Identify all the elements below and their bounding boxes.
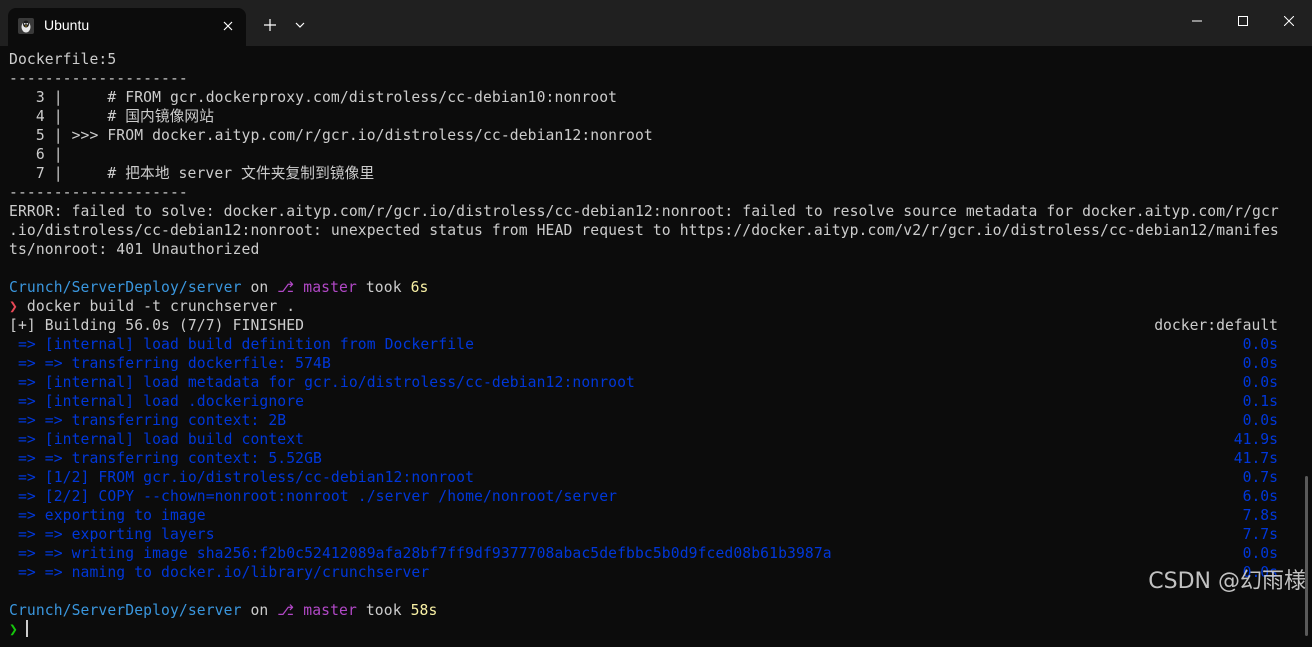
prompt-on: on: [241, 602, 278, 619]
build-step: => => writing image sha256:f2b0c52412089…: [9, 545, 832, 562]
build-step: => [internal] load build context: [9, 431, 305, 448]
separator-line: --------------------: [9, 70, 188, 87]
build-step-time: 6.0s: [1242, 488, 1278, 505]
minimize-icon: [1192, 20, 1202, 22]
build-step: => [internal] load metadata for gcr.io/d…: [9, 374, 635, 391]
build-step: => => transferring context: 5.52GB: [9, 450, 322, 467]
terminal-output[interactable]: Dockerfile:5 -------------------- 3 | # …: [0, 46, 1312, 647]
error-line: ts/nonroot: 401 Unauthorized: [9, 241, 260, 258]
watermark: CSDN @幻雨様: [1148, 569, 1306, 594]
new-tab-button[interactable]: [256, 12, 284, 38]
source-line: 3 | # FROM gcr.dockerproxy.com/distroles…: [9, 89, 618, 106]
maximize-button[interactable]: [1220, 0, 1266, 42]
build-step-time: 7.7s: [1242, 526, 1278, 543]
build-step-time: 0.0s: [1242, 545, 1278, 562]
build-step-time: 0.0s: [1242, 374, 1278, 391]
prompt-took: took: [356, 279, 411, 296]
plus-icon: [264, 19, 276, 31]
text-cursor: [26, 620, 28, 637]
build-step-time: 41.7s: [1233, 450, 1278, 467]
title-bar: Ubuntu: [0, 0, 1312, 46]
build-step-time: 0.7s: [1242, 469, 1278, 486]
tab-dropdown-button[interactable]: [288, 12, 312, 38]
command-duration: 58s: [410, 602, 438, 619]
prompt-path: Crunch/ServerDeploy/server: [9, 602, 242, 619]
close-icon: [223, 21, 233, 31]
build-step: => [internal] load .dockerignore: [9, 393, 305, 410]
build-step-time: 0.0s: [1242, 412, 1278, 429]
build-step: => => transferring context: 2B: [9, 412, 287, 429]
prompt-symbol: ❯: [9, 298, 18, 315]
tab-title: Ubuntu: [44, 17, 90, 33]
prompt-symbol: ❯: [9, 621, 18, 638]
close-tab-button[interactable]: [216, 14, 240, 38]
build-step-time: 0.0s: [1242, 355, 1278, 372]
git-branch: ⎇ master: [277, 279, 357, 296]
error-line: .io/distroless/cc-debian12:nonroot: unex…: [9, 222, 1279, 239]
prompt-path: Crunch/ServerDeploy/server: [9, 279, 242, 296]
command-text: docker build -t crunchserver .: [17, 298, 296, 315]
maximize-icon: [1238, 16, 1248, 26]
build-step-time: 7.8s: [1242, 507, 1278, 524]
minimize-button[interactable]: [1174, 0, 1220, 42]
scrollbar[interactable]: [1305, 476, 1308, 636]
close-icon: [1284, 16, 1294, 26]
chevron-down-icon: [295, 22, 305, 28]
builder-name: docker:default: [1154, 317, 1278, 334]
tab-ubuntu[interactable]: Ubuntu: [8, 8, 246, 46]
build-step: => [internal] load build definition from…: [9, 336, 475, 353]
source-line: 4 | # 国内镜像网站: [9, 108, 214, 125]
build-step: => => transferring dockerfile: 574B: [9, 355, 331, 372]
prompt-line: Crunch/ServerDeploy/server on ⎇ master t…: [9, 601, 437, 620]
close-window-button[interactable]: [1266, 0, 1312, 42]
build-step: => [1/2] FROM gcr.io/distroless/cc-debia…: [9, 469, 475, 486]
source-line: 5 | >>> FROM docker.aityp.com/r/gcr.io/d…: [9, 127, 653, 144]
build-step: => [2/2] COPY --chown=nonroot:nonroot ./…: [9, 488, 618, 505]
prompt-line: Crunch/ServerDeploy/server on ⎇ master t…: [9, 278, 428, 297]
source-line: 6 |: [9, 146, 63, 163]
error-line: ERROR: failed to solve: docker.aityp.com…: [9, 203, 1279, 220]
build-step: => => exporting layers: [9, 526, 215, 543]
build-step-time: 0.0s: [1242, 336, 1278, 353]
git-branch: ⎇ master: [277, 602, 357, 619]
build-step-time: 41.9s: [1233, 431, 1278, 448]
command-duration: 6s: [410, 279, 429, 296]
build-step-time: 0.1s: [1242, 393, 1278, 410]
prompt-on: on: [241, 279, 278, 296]
build-header: [+] Building 56.0s (7/7) FINISHED: [9, 317, 305, 334]
build-step: => => naming to docker.io/library/crunch…: [9, 564, 430, 581]
command-line: ❯ docker build -t crunchserver .: [9, 297, 295, 316]
prompt-took: took: [356, 602, 411, 619]
source-line: 7 | # 把本地 server 文件夹复制到镜像里: [9, 165, 375, 182]
linux-penguin-icon: [18, 18, 34, 34]
separator-line: --------------------: [9, 184, 188, 201]
build-step: => exporting to image: [9, 507, 206, 524]
dockerfile-header: Dockerfile:5: [9, 51, 117, 68]
